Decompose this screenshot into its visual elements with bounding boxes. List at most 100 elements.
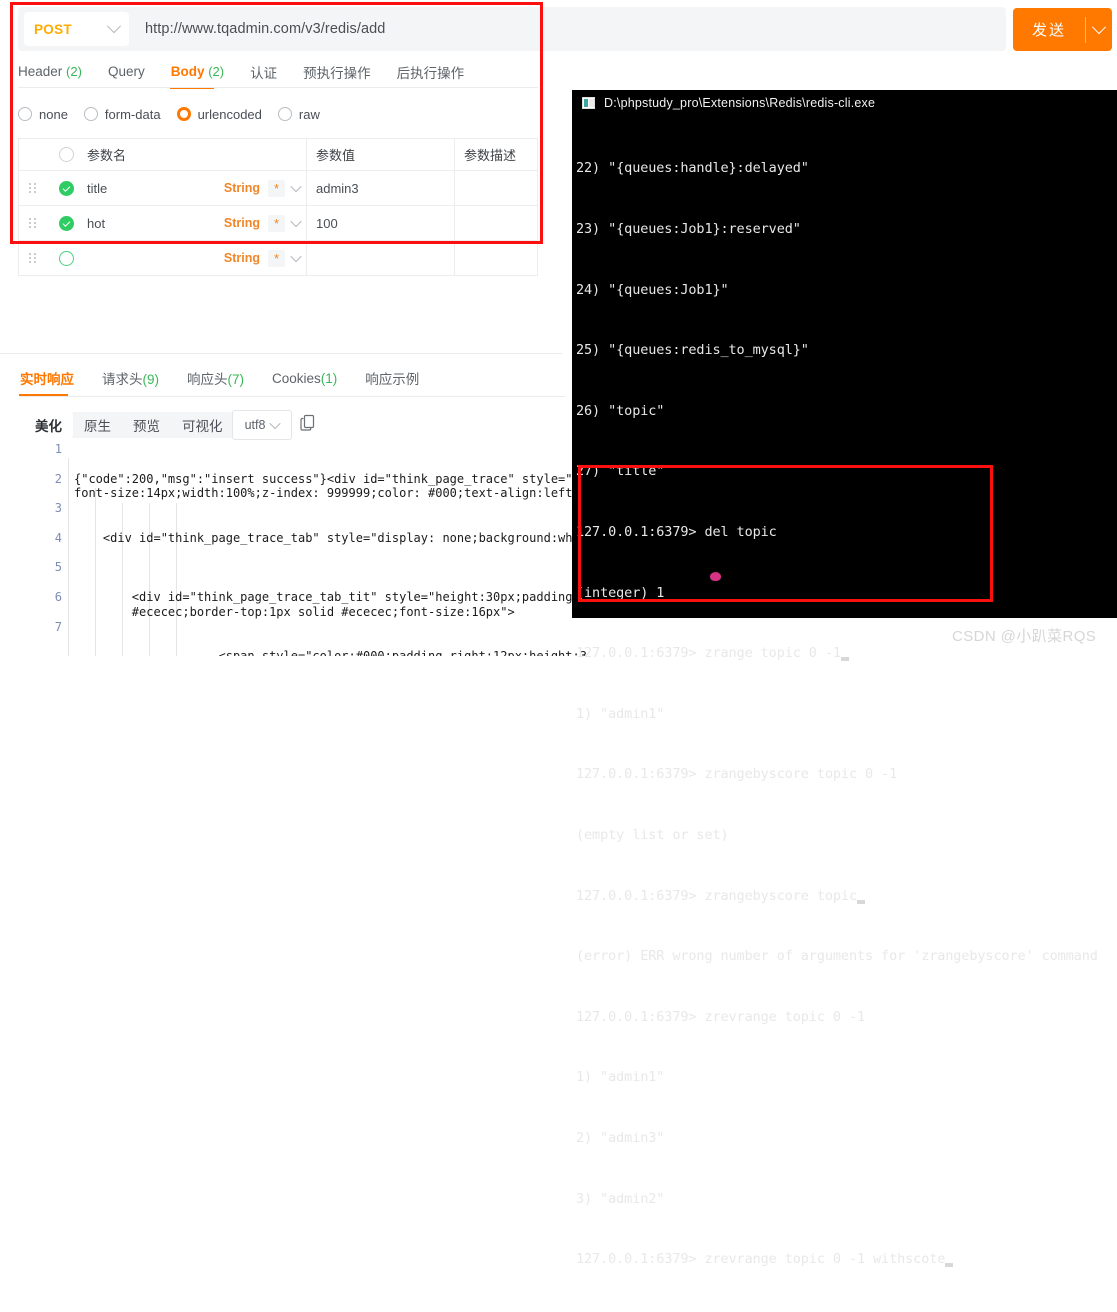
param-name-cell[interactable]: title String *	[85, 171, 307, 205]
param-value-input[interactable]	[307, 241, 455, 275]
param-desc-input[interactable]	[455, 206, 537, 240]
chevron-down-icon[interactable]	[290, 216, 301, 227]
terminal-line: (error) ERR syntax error	[576, 1310, 1117, 1312]
text-cursor-icon	[945, 1263, 953, 1267]
http-method-select[interactable]: POST	[24, 12, 129, 46]
chevron-down-icon[interactable]	[290, 181, 301, 192]
drag-handle[interactable]	[19, 218, 47, 229]
terminal-line: 127.0.0.1:6379> zrange topic 0 -1	[576, 645, 841, 661]
checkbox-icon[interactable]	[59, 147, 74, 162]
row-checkbox-cell[interactable]	[47, 181, 85, 196]
terminal-line: 127.0.0.1:6379> zrangebyscore topic	[576, 888, 857, 904]
row-checkbox-cell[interactable]	[47, 251, 85, 266]
tab-live-response-label: 实时响应	[20, 372, 74, 387]
tab-body[interactable]: Body (2)	[171, 64, 224, 81]
response-separator	[0, 353, 562, 354]
param-name-cell[interactable]: String *	[85, 241, 307, 275]
tab-live-response[interactable]: 实时响应	[20, 368, 74, 396]
terminal-titlebar[interactable]: D:\phpstudy_pro\Extensions\Redis\redis-c…	[572, 90, 1117, 116]
response-code-viewer[interactable]: 1 2 3 4 5 6 7 {"code":200,"msg":"insert …	[36, 442, 596, 656]
tab-auth-label: 认证	[250, 66, 277, 81]
param-type-label[interactable]: String	[224, 216, 260, 230]
view-beautify-button[interactable]: 美化	[24, 411, 73, 439]
code-line: <div id="think_page_trace_tab" style="di…	[74, 531, 596, 561]
mouse-cursor-icon	[710, 572, 721, 581]
param-required-badge[interactable]: *	[268, 250, 285, 267]
body-type-radio-group: none form-data urlencoded raw	[18, 103, 336, 125]
radio-urlencoded[interactable]: urlencoded	[177, 107, 262, 122]
param-value-input[interactable]: admin3	[307, 171, 455, 205]
chevron-down-icon[interactable]	[290, 251, 301, 262]
view-raw-button[interactable]: 原生	[73, 411, 122, 439]
table-header-row: 参数名 参数值 参数描述	[19, 139, 537, 171]
tab-header-count: (2)	[66, 64, 82, 79]
col-header-name: 参数名	[85, 139, 307, 170]
tab-cookies-count: (1)	[321, 371, 338, 386]
param-type-label[interactable]: String	[224, 251, 260, 265]
send-button[interactable]: 发送	[1013, 8, 1112, 51]
line-number: 6	[36, 590, 62, 620]
code-content[interactable]: {"code":200,"msg":"insert success"}<div …	[74, 442, 596, 656]
col-header-desc: 参数描述	[455, 139, 537, 170]
tab-response-headers[interactable]: 响应头(7)	[187, 368, 244, 396]
terminal-line: 1) "admin1"	[576, 1067, 1117, 1087]
radio-raw-label: raw	[299, 107, 320, 122]
table-row: title String * admin3	[19, 171, 537, 206]
terminal-line: 23) "{queues:Job1}:reserved"	[576, 219, 1117, 239]
row-checkbox-cell[interactable]	[47, 216, 85, 231]
param-name-input[interactable]: title	[85, 181, 224, 196]
param-type-label[interactable]: String	[224, 181, 260, 195]
request-tabs-underline	[18, 87, 538, 88]
view-visualize-button[interactable]: 可视化	[171, 411, 234, 439]
terminal-line: 25) "{queues:redis_to_mysql}"	[576, 340, 1117, 360]
param-desc-input[interactable]	[455, 171, 537, 205]
encoding-select[interactable]: utf8	[232, 410, 292, 440]
line-number: 3	[36, 501, 62, 531]
radio-urlencoded-label: urlencoded	[198, 107, 262, 122]
checkbox-checked-icon[interactable]	[59, 216, 74, 231]
terminal-line: 22) "{queues:handle}:delayed"	[576, 158, 1117, 178]
line-number: 7	[36, 620, 62, 650]
tab-pre-script[interactable]: 预执行操作	[303, 62, 371, 84]
copy-icon[interactable]	[300, 414, 316, 432]
view-preview-button[interactable]: 预览	[122, 411, 171, 439]
tab-query[interactable]: Query	[108, 64, 145, 81]
tab-request-headers[interactable]: 请求头(9)	[102, 368, 159, 396]
terminal-window[interactable]: D:\phpstudy_pro\Extensions\Redis\redis-c…	[572, 90, 1117, 618]
tab-header[interactable]: Header (2)	[18, 64, 82, 81]
param-required-badge[interactable]: *	[268, 180, 285, 197]
tab-response-example[interactable]: 响应示例	[365, 368, 419, 396]
param-value-input[interactable]: 100	[307, 206, 455, 240]
param-required-badge[interactable]: *	[268, 215, 285, 232]
drag-dots-icon	[29, 253, 37, 264]
param-desc-input[interactable]	[455, 241, 537, 275]
radio-raw[interactable]: raw	[278, 107, 320, 122]
drag-dots-icon	[29, 183, 37, 194]
tab-post-script-label: 后执行操作	[397, 66, 465, 81]
drag-handle[interactable]	[19, 183, 47, 194]
terminal-line: 127.0.0.1:6379> zrevrange topic 0 -1	[576, 1007, 1117, 1027]
terminal-line: 127.0.0.1:6379> del topic	[576, 522, 1117, 542]
terminal-line-with-cursor: 127.0.0.1:6379> zrange topic 0 -1	[576, 643, 1117, 663]
param-name-input[interactable]: hot	[85, 216, 224, 231]
radio-circle-icon	[278, 107, 292, 121]
tab-request-headers-label: 请求头	[102, 372, 143, 387]
select-all-cell[interactable]	[47, 147, 85, 162]
code-line: <div id="think_page_trace_tab_tit" style…	[74, 590, 596, 620]
radio-form-data[interactable]: form-data	[84, 107, 161, 122]
terminal-line: 24) "{queues:Job1}"	[576, 280, 1117, 300]
tab-post-script[interactable]: 后执行操作	[397, 62, 465, 84]
tab-auth[interactable]: 认证	[250, 62, 277, 84]
tab-cookies[interactable]: Cookies(1)	[272, 371, 337, 394]
response-tabs-underline	[20, 396, 565, 397]
checkbox-checked-icon[interactable]	[59, 181, 74, 196]
send-dropdown-toggle[interactable]	[1086, 25, 1112, 35]
checkbox-icon[interactable]	[59, 251, 74, 266]
drag-handle[interactable]	[19, 253, 47, 264]
radio-none[interactable]: none	[18, 107, 68, 122]
params-table: 参数名 参数值 参数描述 title String * admin3 hot S…	[18, 138, 538, 276]
param-name-cell[interactable]: hot String *	[85, 206, 307, 240]
terminal-output[interactable]: 22) "{queues:handle}:delayed" 23) "{queu…	[572, 116, 1117, 1312]
url-input[interactable]: http://www.tqadmin.com/v3/redis/add	[145, 21, 385, 37]
terminal-line: (integer) 1	[576, 583, 1117, 603]
